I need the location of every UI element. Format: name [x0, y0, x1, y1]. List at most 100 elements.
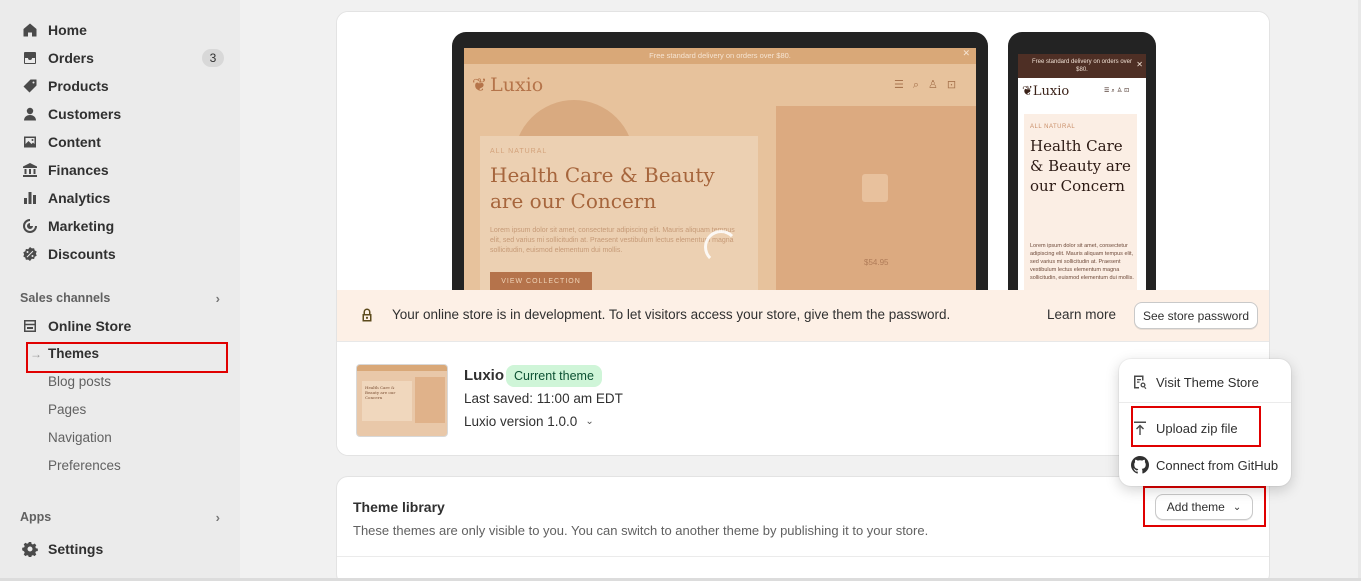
nav-products-label: Products — [48, 78, 109, 94]
desktop-store-logo: ❦ Luxio — [472, 74, 543, 96]
mobile-announcement-bar: Free standard delivery on orders over $8… — [1018, 54, 1146, 78]
desktop-logo-text: Luxio — [490, 74, 544, 96]
mobile-hero-headline: Health Care & Beauty are our Concern — [1030, 137, 1131, 195]
current-theme-name: Luxio — [464, 367, 504, 384]
nav-products[interactable]: Products — [12, 73, 228, 99]
theme-store-icon — [1130, 372, 1150, 392]
close-icon: ✕ — [962, 48, 970, 58]
nav-navigation[interactable]: Navigation — [48, 428, 112, 448]
desktop-header-icons: ☰⌕♙⊡ — [894, 79, 966, 91]
nav-analytics-label: Analytics — [48, 190, 111, 206]
chevron-right-icon: › — [215, 290, 220, 306]
nav-marketing-label: Marketing — [48, 218, 115, 234]
last-saved-text: Last saved: 11:00 am EDT — [464, 391, 623, 406]
mobile-preview-screen: Free standard delivery on orders over $8… — [1018, 54, 1146, 290]
lock-icon — [362, 308, 372, 322]
bank-icon — [20, 160, 40, 180]
discount-icon — [20, 244, 40, 264]
sidebar: Home Orders 3 Products Customers Content… — [0, 0, 240, 581]
nav-customers-label: Customers — [48, 106, 122, 122]
target-icon — [20, 216, 40, 236]
development-banner-text: Your online store is in development. To … — [392, 307, 951, 322]
nav-marketing[interactable]: Marketing — [12, 213, 228, 239]
chevron-down-icon: ⌄ — [585, 416, 594, 427]
nav-finances[interactable]: Finances — [12, 157, 228, 183]
leaf-logo-icon: ❦ — [472, 74, 488, 96]
thumb-topbar — [357, 365, 447, 371]
nav-content[interactable]: Content — [12, 129, 228, 155]
themes-highlight-box — [26, 342, 228, 373]
bar-chart-icon — [20, 188, 40, 208]
orders-count-badge: 3 — [202, 49, 224, 67]
product-bottle-image — [862, 174, 888, 202]
current-theme-thumbnail[interactable]: Health Care & Beauty are our Concern — [356, 364, 448, 437]
nav-online-store[interactable]: Online Store — [12, 313, 228, 339]
add-theme-highlight-box — [1143, 486, 1266, 527]
theme-library-card: Theme library These themes are only visi… — [336, 476, 1270, 581]
theme-preview-area[interactable]: Free standard delivery on orders over $8… — [337, 12, 1269, 290]
desktop-hero-headline: Health Care & Beauty are our Concern — [490, 163, 715, 213]
desktop-view-collection-button: VIEW COLLECTION — [490, 272, 592, 290]
orders-icon — [20, 48, 40, 68]
mobile-preview-frame: Free standard delivery on orders over $8… — [1008, 32, 1156, 290]
see-store-password-button[interactable]: See store password — [1134, 302, 1258, 329]
desktop-preview-screen: Free standard delivery on orders over $8… — [464, 48, 976, 290]
close-icon: ✕ — [1136, 60, 1143, 69]
mobile-header-icons: ☰⌕♙⊡ — [1104, 88, 1132, 94]
nav-analytics[interactable]: Analytics — [12, 185, 228, 211]
mobile-store-logo: ❦Luxio — [1022, 84, 1069, 99]
nav-content-label: Content — [48, 134, 101, 150]
theme-library-title: Theme library — [353, 499, 445, 515]
nav-settings[interactable]: Settings — [12, 536, 228, 562]
nav-discounts[interactable]: Discounts — [12, 241, 228, 267]
desktop-preview-frame: Free standard delivery on orders over $8… — [452, 32, 988, 290]
mobile-hero-kicker: ALL NATURAL — [1030, 124, 1076, 130]
nav-customers[interactable]: Customers — [12, 101, 228, 127]
gear-icon — [20, 539, 40, 559]
github-icon — [1130, 455, 1150, 475]
image-icon — [20, 132, 40, 152]
thumb-headline: Health Care & Beauty are our Concern — [365, 385, 396, 400]
divider — [337, 556, 1269, 557]
desktop-announcement-bar: Free standard delivery on orders over $8… — [464, 48, 976, 64]
nav-orders-label: Orders — [48, 50, 94, 66]
person-icon — [20, 104, 40, 124]
current-theme-badge: Current theme — [506, 365, 602, 387]
home-icon — [20, 20, 40, 40]
mobile-hero-body: Lorem ipsum dolor sit amet, consectetur … — [1030, 243, 1134, 281]
visit-theme-store-label: Visit Theme Store — [1156, 374, 1259, 390]
mobile-logo-text: Luxio — [1032, 84, 1070, 99]
chevron-right-icon: › — [215, 510, 220, 524]
divider — [1119, 402, 1291, 403]
theme-version-toggle[interactable]: Luxio version 1.0.0 ⌄ — [464, 414, 594, 429]
development-banner: Your online store is in development. To … — [337, 290, 1269, 341]
nav-orders[interactable]: Orders 3 — [12, 45, 228, 71]
thumb-product — [415, 377, 445, 423]
leaf-logo-icon: ❦ — [1022, 84, 1033, 99]
learn-more-link[interactable]: Learn more — [1047, 307, 1116, 322]
loading-spinner — [704, 230, 738, 264]
nav-preferences[interactable]: Preferences — [48, 456, 121, 476]
apps-header[interactable]: Apps › — [20, 510, 220, 524]
store-icon — [20, 316, 40, 336]
nav-home[interactable]: Home — [12, 17, 228, 43]
connect-from-github-item[interactable]: Connect from GitHub — [1119, 450, 1291, 480]
visit-theme-store-item[interactable]: Visit Theme Store — [1119, 367, 1291, 397]
sales-channels-header[interactable]: Sales channels › — [20, 288, 220, 308]
nav-blog-posts[interactable]: Blog posts — [48, 372, 111, 392]
tag-icon — [20, 76, 40, 96]
desktop-hero-body: Lorem ipsum dolor sit amet, consectetur … — [490, 227, 735, 254]
nav-home-label: Home — [48, 22, 87, 38]
product-price: $54.95 — [864, 258, 889, 267]
nav-finances-label: Finances — [48, 162, 109, 178]
sales-channels-label: Sales channels — [20, 291, 111, 305]
connect-from-github-label: Connect from GitHub — [1156, 457, 1279, 473]
desktop-hero-kicker: ALL NATURAL — [490, 148, 548, 155]
theme-library-description: These themes are only visible to you. Yo… — [353, 523, 929, 538]
apps-label: Apps — [20, 510, 52, 524]
nav-settings-label: Settings — [48, 541, 104, 557]
nav-online-store-label: Online Store — [48, 318, 132, 334]
theme-version-text: Luxio version 1.0.0 — [464, 414, 578, 429]
nav-discounts-label: Discounts — [48, 246, 116, 262]
nav-pages[interactable]: Pages — [48, 400, 86, 420]
